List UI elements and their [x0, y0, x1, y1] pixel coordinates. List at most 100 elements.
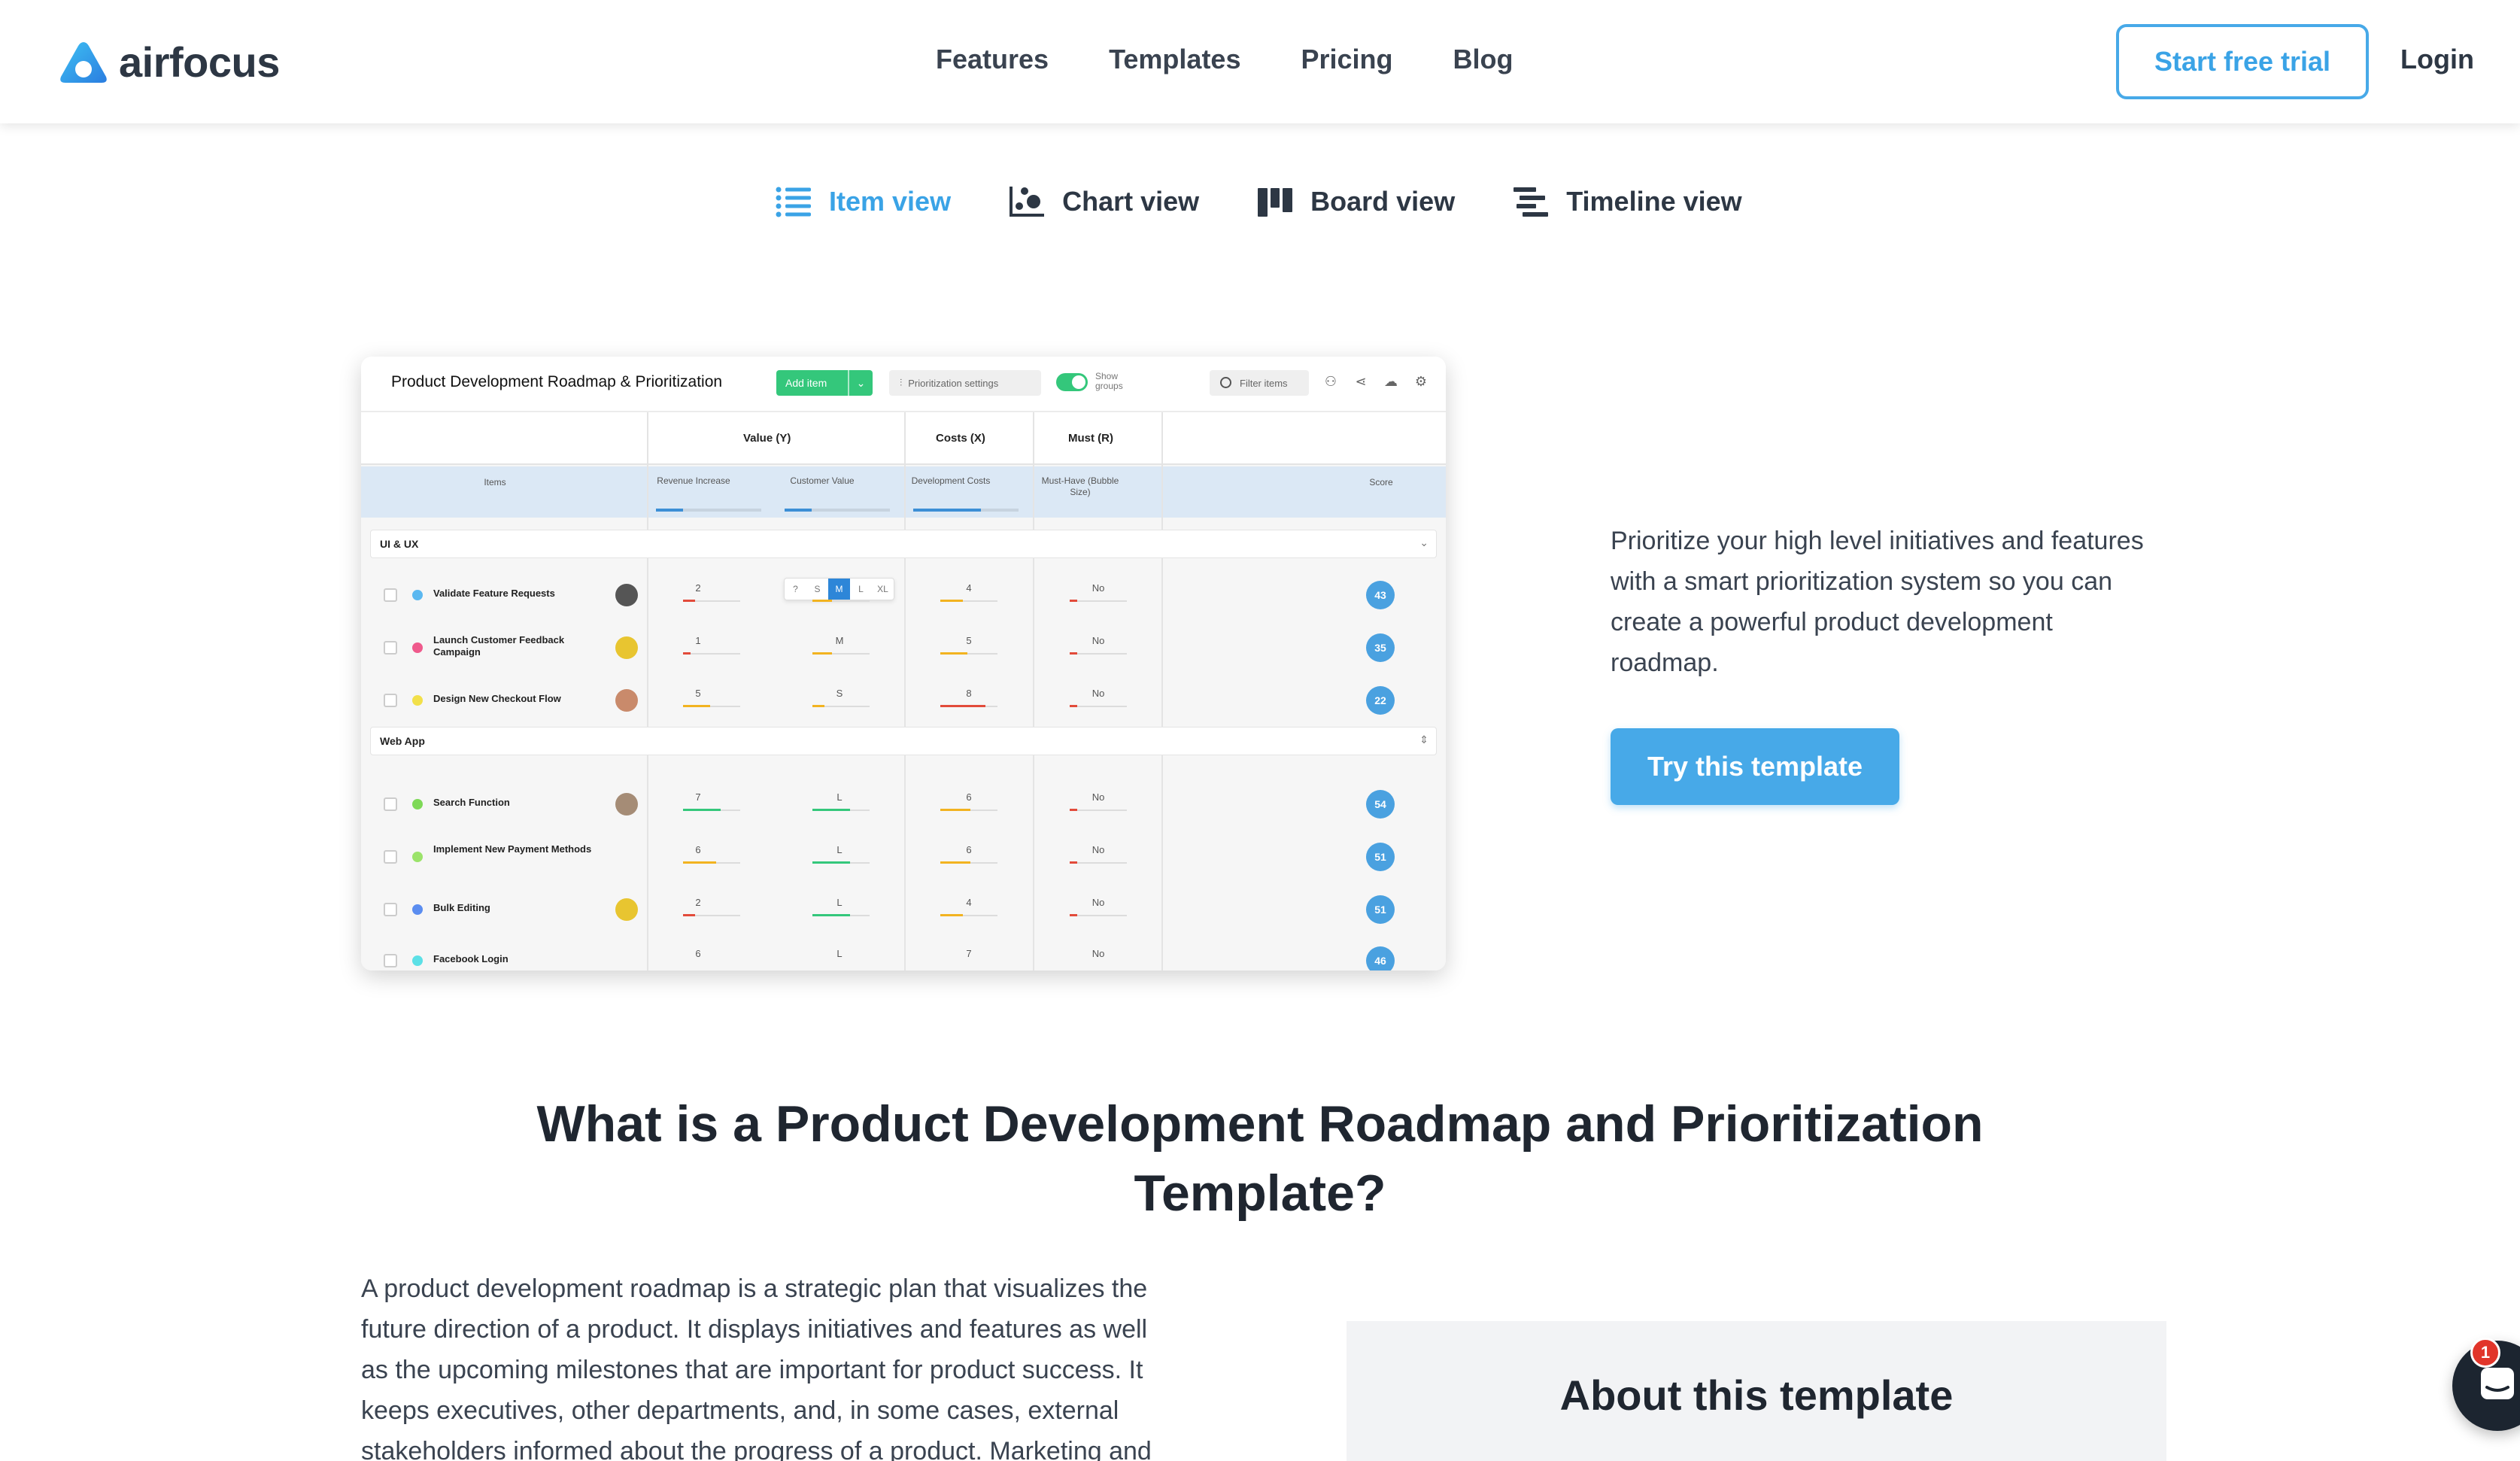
table-row[interactable]: Launch Customer Feedback Campaign 1 M 5 … [361, 621, 1446, 671]
must-cell[interactable]: No [1053, 688, 1143, 699]
must-cell[interactable]: No [1053, 897, 1143, 908]
dev-cell[interactable]: 5 [924, 635, 1014, 646]
cloud-icon[interactable]: ☁ [1383, 373, 1399, 390]
items-table: Value (Y) Costs (X) Must (R) Items Reven… [361, 412, 1446, 970]
customer-cell[interactable]: L [794, 948, 885, 959]
weight-bar[interactable] [785, 509, 890, 512]
chevron-down-icon[interactable]: ⌄ [1419, 536, 1429, 549]
filter-placeholder: Filter items [1240, 377, 1288, 389]
tab-board-view[interactable]: Board view [1256, 185, 1455, 218]
group-header-web-app[interactable]: Web App ⇕ [370, 727, 1437, 755]
dev-cell[interactable]: 4 [924, 897, 1014, 908]
row-checkbox[interactable] [384, 641, 397, 655]
score-badge: 22 [1366, 686, 1395, 715]
show-groups-toggle[interactable] [1056, 373, 1088, 391]
size-option[interactable]: L [850, 579, 872, 600]
row-checkbox[interactable] [384, 903, 397, 916]
nav-features[interactable]: Features [936, 44, 1049, 75]
size-option[interactable]: M [828, 579, 850, 600]
customer-cell[interactable]: L [794, 844, 885, 855]
login-link[interactable]: Login [2400, 44, 2474, 75]
table-row[interactable]: Validate Feature Requests 2 ? S M L XL 4… [361, 569, 1446, 618]
revenue-cell[interactable]: 7 [653, 791, 743, 803]
weight-bar[interactable] [913, 509, 1019, 512]
dev-cell[interactable]: 4 [924, 582, 1014, 594]
row-checkbox[interactable] [384, 954, 397, 967]
dev-cell[interactable]: 8 [924, 688, 1014, 699]
row-checkbox[interactable] [384, 694, 397, 707]
item-name: Bulk Editing [433, 902, 490, 913]
row-checkbox[interactable] [384, 797, 397, 811]
customer-cell[interactable]: S [794, 688, 885, 699]
try-template-button[interactable]: Try this template [1611, 728, 1899, 805]
revenue-cell[interactable]: 5 [653, 688, 743, 699]
must-cell[interactable]: No [1053, 791, 1143, 803]
col-revenue-increase[interactable]: Revenue Increase [648, 475, 739, 487]
col-development-costs[interactable]: Development Costs [906, 475, 996, 487]
item-name: Launch Customer Feedback Campaign [433, 634, 565, 658]
tab-timeline-view[interactable]: Timeline view [1512, 185, 1742, 218]
table-row[interactable]: Search Function 7 L 6 No 54 [361, 778, 1446, 828]
section-heading: What is a Product Development Roadmap an… [536, 1095, 1984, 1222]
chevron-down-icon[interactable]: ⌄ [848, 370, 873, 396]
dev-cell[interactable]: 6 [924, 844, 1014, 855]
must-cell[interactable]: No [1053, 844, 1143, 855]
col-customer-value[interactable]: Customer Value [777, 475, 867, 487]
settings-icon[interactable]: ⚙ [1413, 373, 1429, 390]
tab-label: Timeline view [1566, 186, 1742, 217]
revenue-cell[interactable]: 2 [653, 582, 743, 594]
users-icon[interactable]: ⚇ [1322, 373, 1339, 390]
chevron-updown-icon[interactable]: ⇕ [1419, 734, 1429, 746]
nav-templates[interactable]: Templates [1109, 44, 1240, 75]
table-row[interactable]: Design New Checkout Flow 5 S 8 No 22 [361, 674, 1446, 724]
row-checkbox[interactable] [384, 850, 397, 864]
customer-cell[interactable]: L [794, 897, 885, 908]
nav-blog[interactable]: Blog [1453, 44, 1514, 75]
group-header-ui-ux[interactable]: UI & UX ⌄ [370, 530, 1437, 558]
dev-cell[interactable]: 7 [924, 948, 1014, 959]
avatar [615, 689, 638, 712]
size-option[interactable]: ? [785, 579, 806, 600]
col-must-have[interactable]: Must-Have (Bubble Size) [1035, 475, 1125, 498]
size-option[interactable]: S [806, 579, 828, 600]
weight-bar[interactable] [656, 509, 761, 512]
revenue-cell[interactable]: 6 [653, 948, 743, 959]
table-row[interactable]: Bulk Editing 2 L 4 No 51 [361, 883, 1446, 933]
start-free-trial-button[interactable]: Start free trial [2116, 24, 2369, 99]
col-items[interactable]: Items [450, 477, 540, 488]
group-name: Web App [380, 735, 425, 747]
table-row[interactable]: Facebook Login 6 L 7 No 46 [361, 934, 1446, 970]
tab-item-view[interactable]: Item view [775, 185, 951, 218]
must-cell[interactable]: No [1053, 635, 1143, 646]
must-cell[interactable]: No [1053, 948, 1143, 959]
tab-chart-view[interactable]: Chart view [1008, 185, 1199, 218]
board-icon [1258, 188, 1293, 217]
dev-cell[interactable]: 6 [924, 791, 1014, 803]
revenue-cell[interactable]: 6 [653, 844, 743, 855]
item-name: Facebook Login [433, 953, 509, 964]
logo[interactable]: airfocus [59, 38, 280, 87]
add-item-button[interactable]: Add item ⌄ [776, 370, 873, 396]
nav-pricing[interactable]: Pricing [1301, 44, 1392, 75]
must-cell[interactable]: No [1053, 582, 1143, 594]
size-option[interactable]: XL [872, 579, 894, 600]
add-item-label: Add item [785, 377, 827, 389]
main-nav: Features Templates Pricing Blog [936, 44, 1514, 75]
sort-up-icon[interactable] [760, 432, 763, 445]
revenue-cell[interactable]: 1 [653, 635, 743, 646]
item-name: Design New Checkout Flow [433, 693, 561, 704]
revenue-cell[interactable]: 2 [653, 897, 743, 908]
share-icon[interactable]: ⋖ [1353, 373, 1369, 390]
row-checkbox[interactable] [384, 588, 397, 602]
airfocus-logo-icon [59, 41, 108, 84]
size-picker[interactable]: ? S M L XL [784, 578, 894, 600]
status-dot [412, 852, 423, 862]
customer-cell[interactable]: M [794, 635, 885, 646]
prioritization-settings-button[interactable]: ⫶ Prioritization settings [889, 370, 1041, 396]
avatar [615, 793, 638, 816]
col-score[interactable]: Score [1336, 477, 1426, 488]
table-row[interactable]: Implement New Payment Methods 6 L 6 No 5… [361, 831, 1446, 880]
about-template-card: About this template [1347, 1321, 2166, 1461]
customer-cell[interactable]: L [794, 791, 885, 803]
filter-items-input[interactable]: Filter items [1210, 370, 1309, 396]
